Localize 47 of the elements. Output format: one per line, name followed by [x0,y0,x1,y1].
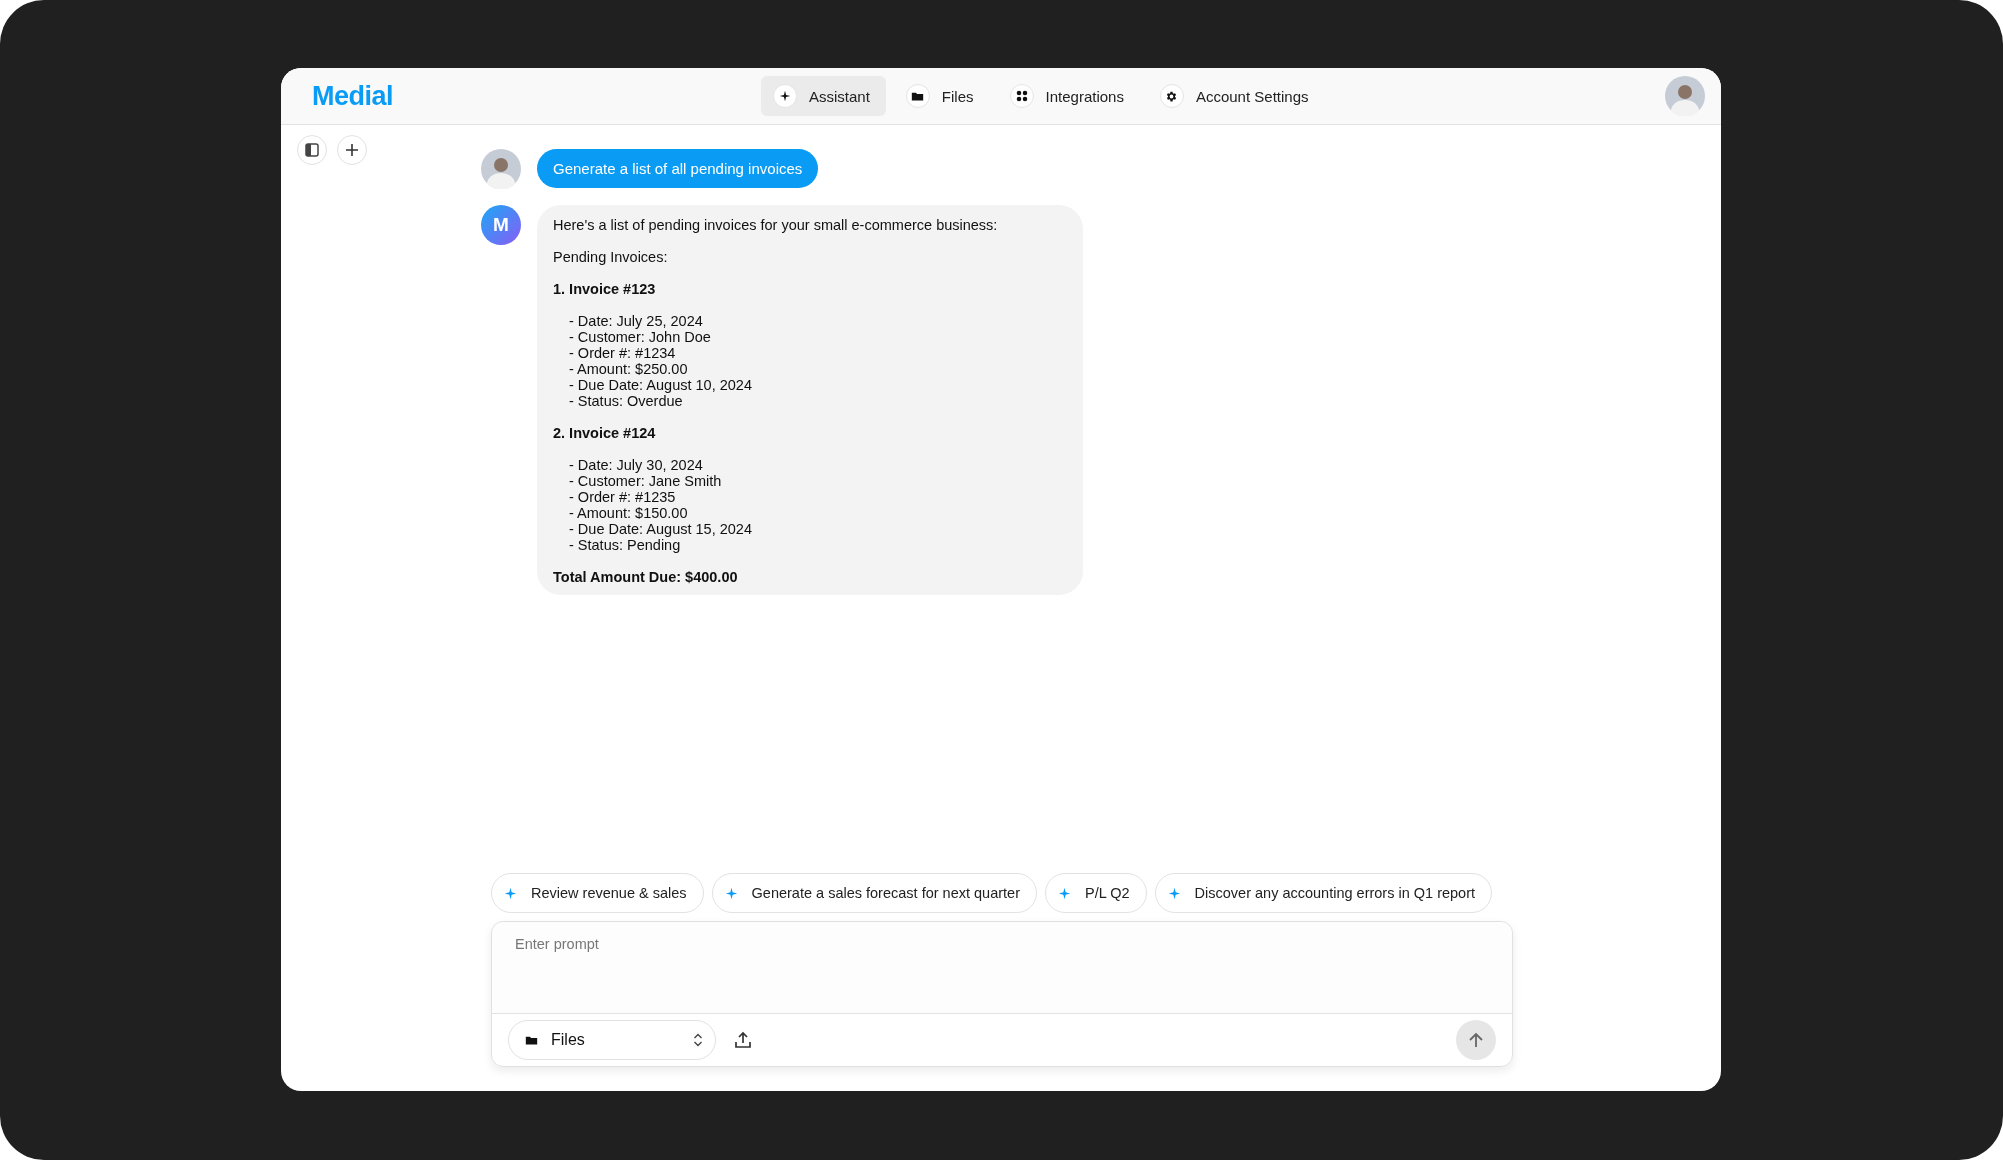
chevron-icon [693,1032,703,1048]
user-avatar [1665,76,1705,116]
list-item: - Status: Overdue [569,393,684,409]
message-heading: Total Amount Due: $400.00 [553,569,739,585]
list-item: - Due Date: August 10, 2024 [569,377,753,393]
nav-tab[interactable]: Integrations [997,76,1140,116]
user-message: Generate a list of all pending invoices [537,149,819,188]
list-item: - Order #: #1235 [569,489,677,505]
message-heading: 1. Invoice #123 [553,281,657,297]
message-heading: 2. Invoice #124 [553,425,657,441]
grid-icon [1009,84,1034,108]
suggestion-chip[interactable]: Review revenue & sales [491,873,704,913]
sidebar-toggle-button[interactable] [297,135,327,165]
list-item: - Customer: Jane Smith [569,473,723,489]
prompt-field[interactable]: Enter prompt [492,922,1512,1014]
message-text: Here's a list of pending invoices for your small e-commerce business: [553,217,999,233]
list-item: - Status: Pending [569,537,682,553]
sidebar-icon [305,143,319,157]
prompt-box[interactable]: Enter prompt Files [491,921,1513,1067]
gear-icon [1159,84,1184,108]
list-item: - Amount: $150.00 [569,505,689,521]
sparkle-icon [1167,886,1181,900]
nav-tab[interactable]: Assistant [761,76,886,116]
upload-icon[interactable] [734,1031,752,1049]
message-text: Pending Invoices: [553,249,669,265]
new-chat-button[interactable] [337,135,367,165]
arrow-up-icon [1467,1031,1485,1049]
list-item: - Date: July 30, 2024 [569,457,704,473]
folder-icon [905,84,930,108]
sparkle-icon [773,84,797,108]
list-item: - Amount: $250.00 [569,361,689,377]
sparkle-icon [504,886,517,900]
nav-tab[interactable]: Account Settings [1147,76,1325,116]
sparkle-icon [724,886,738,900]
suggestion-chip[interactable]: Discover any accounting errors in Q1 report [1154,873,1493,913]
suggestion-chip[interactable]: Generate a sales forecast for next quarter [711,873,1037,913]
list-item: - Date: July 25, 2024 [569,313,704,329]
list-item: - Customer: John Doe [569,329,712,345]
nav-tab[interactable]: Files [893,76,990,116]
plus-icon [345,143,359,157]
user-avatar [481,149,521,189]
list-item: - Due Date: August 15, 2024 [569,521,753,537]
assistant-avatar: M [481,205,521,245]
list-item: - Order #: #1234 [569,345,677,361]
source-dropdown[interactable]: Files [508,1020,716,1060]
sparkle-icon [1057,886,1071,900]
suggestion-chip[interactable]: P/L Q2 [1044,873,1147,913]
